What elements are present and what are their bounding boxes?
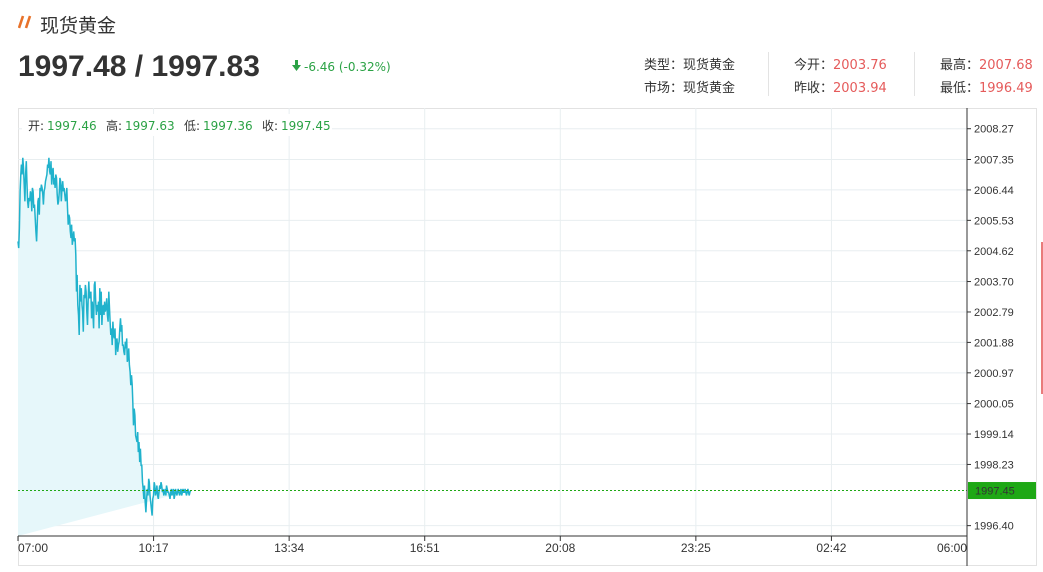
y-tick-label: 2006.44 xyxy=(974,185,1014,197)
current-price-label: 1997.45 xyxy=(975,486,1015,498)
price-area-fill xyxy=(18,157,191,537)
y-tick-label: 2005.53 xyxy=(974,215,1014,227)
x-tick-label: 23:25 xyxy=(681,541,711,555)
y-tick-label: 1999.14 xyxy=(974,429,1014,441)
x-tick-label: 13:34 xyxy=(274,541,304,555)
ohlc-close-label: 收: xyxy=(262,119,278,133)
y-tick-label: 2001.88 xyxy=(974,337,1014,349)
y-tick-label: 2002.79 xyxy=(974,307,1014,319)
ohlc-open-value: 1997.46 xyxy=(47,119,97,133)
x-tick-label: 20:08 xyxy=(545,541,575,555)
x-tick-label: 06:00 xyxy=(937,541,967,555)
y-tick-label: 2000.97 xyxy=(974,368,1014,380)
price-chart[interactable]: 1997.45 2008.27 2007.35 2006.44 2005.53 2004… xyxy=(0,0,1043,572)
y-tick-label: 1998.23 xyxy=(974,459,1014,471)
chart-grid xyxy=(18,108,967,536)
y-tick-label: 2003.70 xyxy=(974,277,1014,289)
x-tick-label: 07:00 xyxy=(18,541,48,555)
ohlc-high-value: 1997.63 xyxy=(125,119,175,133)
ohlc-high-label: 高: xyxy=(106,118,122,133)
ohlc-close-value: 1997.45 xyxy=(281,119,331,133)
y-tick-label: 2000.05 xyxy=(974,399,1014,411)
y-tick-label: 2008.27 xyxy=(974,124,1014,136)
ohlc-open-label: 开: xyxy=(28,119,44,133)
y-tick-label: 1996.40 xyxy=(974,521,1014,533)
y-tick-label: 2007.35 xyxy=(974,154,1014,166)
ohlc-low-label: 低: xyxy=(184,119,200,133)
ohlc-low-value: 1997.36 xyxy=(203,119,253,133)
x-tick-label: 02:42 xyxy=(816,541,846,555)
x-tick-label: 10:17 xyxy=(139,541,169,555)
y-tick-label: 2004.62 xyxy=(974,246,1014,258)
x-tick-label: 16:51 xyxy=(410,541,440,555)
x-axis: 07:00 10:17 13:34 16:51 20:08 23:25 02:42 06:00 xyxy=(17,536,968,555)
y-axis: 2008.27 2007.35 2006.44 2005.53 2004.62 2003.… xyxy=(967,124,1014,533)
